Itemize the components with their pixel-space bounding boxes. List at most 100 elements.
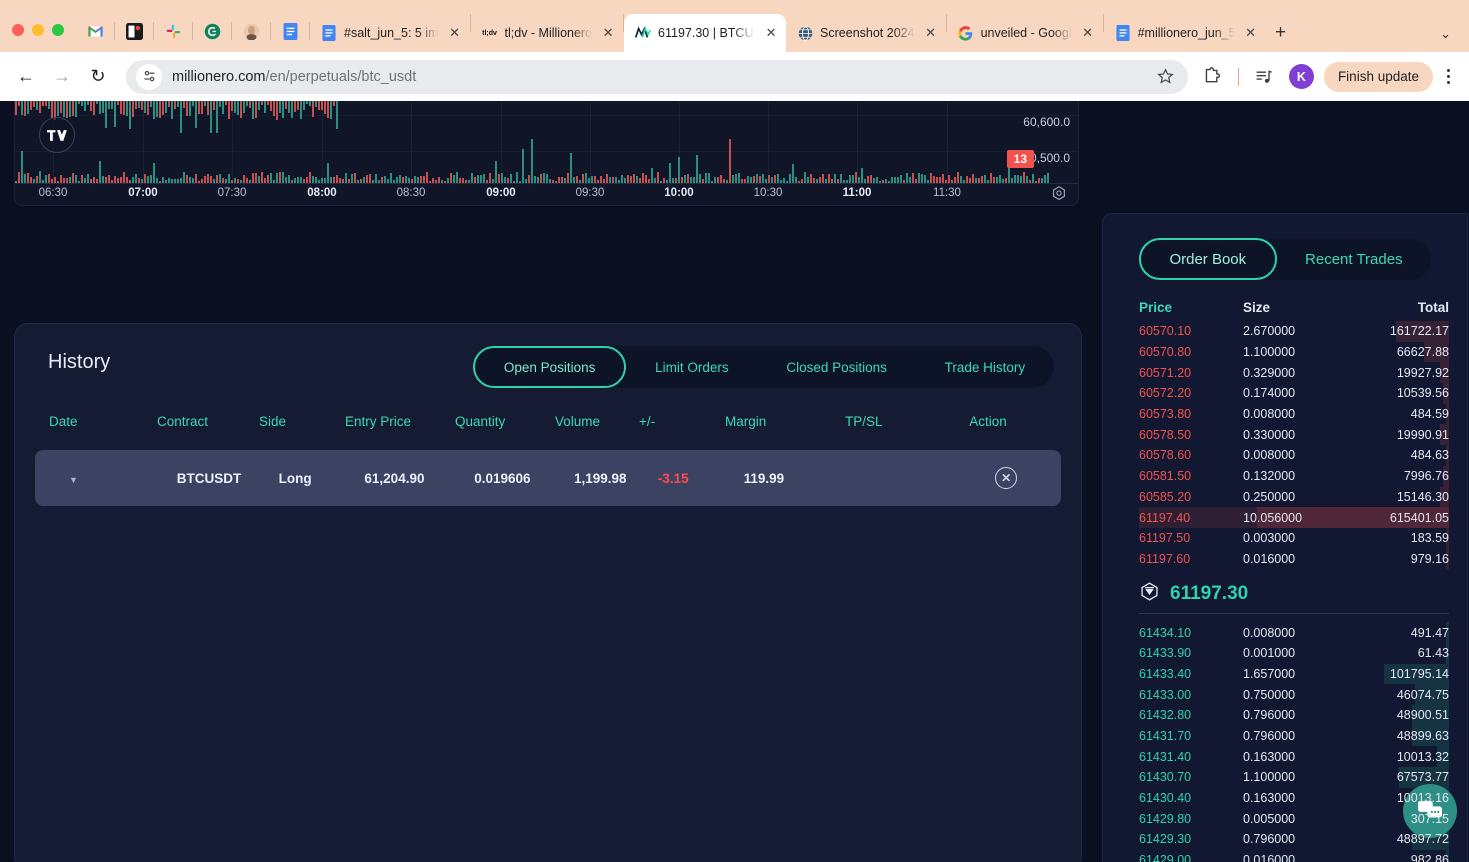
order-book-ask-row[interactable]: 60581.50 0.132000 7996.76 <box>1139 465 1449 487</box>
order-book-bid-row[interactable]: 61431.70 0.796000 48899.63 <box>1139 725 1449 747</box>
reload-button[interactable]: ↻ <box>82 61 114 93</box>
history-tabs: Open Positions Limit Orders Closed Positio… <box>473 346 1054 388</box>
volume-bar <box>450 173 452 183</box>
orderbook-tab-order-book[interactable]: Order Book <box>1139 238 1277 280</box>
close-tab-button[interactable]: ✕ <box>1242 24 1260 42</box>
browser-tab-6[interactable]: #millionero_jun_5 ✕ <box>1104 14 1266 52</box>
order-book-bid-row[interactable]: 61433.90 0.001000 61.43 <box>1139 642 1449 664</box>
order-book-ask-row[interactable]: 60578.60 0.008000 484.63 <box>1139 445 1449 466</box>
time-axis-tick: 08:30 <box>396 187 426 199</box>
column-header-pl: +/- <box>639 413 656 429</box>
order-book-bid-row[interactable]: 61433.00 0.750000 46074.75 <box>1139 684 1449 705</box>
history-tab-open-positions[interactable]: Open Positions <box>473 346 627 388</box>
order-book-total: 307.15 <box>1410 811 1449 826</box>
maximize-window-button[interactable] <box>52 24 64 36</box>
browser-tab-4[interactable]: Screenshot 2024 ✕ <box>786 14 946 52</box>
close-tab-button[interactable]: ✕ <box>1079 24 1097 42</box>
media-playlist-icon[interactable] <box>1249 62 1279 92</box>
history-tab-trade-history[interactable]: Trade History <box>916 346 1054 388</box>
forward-button[interactable]: → <box>46 61 78 93</box>
volume-bar <box>399 175 401 183</box>
extensions-icon[interactable] <box>1198 62 1228 92</box>
history-tab-limit-orders[interactable]: Limit Orders <box>626 346 757 388</box>
address-bar[interactable]: millionero.com/en/perpetuals/btc_usdt <box>126 59 1188 94</box>
pinned-tab-google-docs[interactable] <box>271 14 309 48</box>
volume-bar <box>957 172 959 183</box>
order-book-bid-row[interactable]: 61429.30 0.796000 48897.72 <box>1139 829 1449 850</box>
finish-update-button[interactable]: Finish update <box>1323 61 1433 92</box>
pinned-tab-slack[interactable] <box>154 14 192 48</box>
order-book-total: 615401.05 <box>1389 510 1449 525</box>
new-tab-button[interactable]: + <box>1266 18 1296 48</box>
volume-bar <box>288 175 290 183</box>
candle <box>330 101 332 119</box>
minimize-window-button[interactable] <box>32 24 44 36</box>
volume-bar <box>390 172 392 183</box>
order-book-ask-row[interactable]: 61197.40 10.056000 615401.05 <box>1139 507 1449 528</box>
close-tab-button[interactable]: ✕ <box>762 24 780 42</box>
price-chart[interactable]: 60,600.0 60,500.0 13 06:30 07:00 07:30 08:0… <box>14 101 1079 206</box>
volume-bar <box>99 160 101 183</box>
chart-settings-gear-icon[interactable] <box>1050 185 1068 203</box>
order-book-bid-row[interactable]: 61432.80 0.796000 48900.51 <box>1139 705 1449 726</box>
order-book-ask-row[interactable]: 60570.10 2.670000 161722.17 <box>1139 321 1449 342</box>
browser-tab-2[interactable]: tl;dv tl;dv - Millionero ✕ <box>471 14 624 52</box>
volume-bar <box>1017 175 1019 183</box>
order-book-ask-row[interactable]: 60578.50 0.330000 19990.91 <box>1139 424 1449 446</box>
close-tab-button[interactable]: ✕ <box>922 24 940 42</box>
order-book-bid-row[interactable]: 61431.40 0.163000 10013.32 <box>1139 746 1449 768</box>
bookmark-star-icon[interactable] <box>1152 63 1180 91</box>
order-book-price: 60585.20 <box>1139 489 1192 504</box>
close-position-button[interactable]: ✕ <box>995 467 1018 489</box>
close-window-button[interactable] <box>12 24 24 36</box>
volume-bar <box>1023 172 1025 183</box>
order-book-ask-row[interactable]: 61197.50 0.003000 183.59 <box>1139 527 1449 549</box>
order-book-ask-row[interactable]: 61197.60 0.016000 979.16 <box>1139 548 1449 570</box>
order-book-bid-row[interactable]: 61430.70 1.100000 67573.77 <box>1139 767 1449 788</box>
order-book-ask-row[interactable]: 60570.80 1.100000 66627.88 <box>1139 341 1449 363</box>
candle <box>177 101 179 108</box>
table-row[interactable]: ▼ BTCUSDT Long 61,204.90 0.019606 1,199.98 -3.… <box>35 450 1061 506</box>
browser-menu-button[interactable] <box>1437 69 1459 84</box>
pinned-tab-profile[interactable] <box>232 14 270 48</box>
order-book-bid-row[interactable]: 61433.40 1.657000 101795.14 <box>1139 663 1449 685</box>
back-button[interactable]: ← <box>10 61 42 93</box>
candle <box>162 101 164 115</box>
order-book-bid-row[interactable]: 61429.80 0.005000 307.15 <box>1139 808 1449 830</box>
candle <box>312 101 314 117</box>
volume-bar <box>642 173 644 183</box>
browser-tab-3-active[interactable]: 61197.30 | BTCUS ✕ <box>624 14 787 52</box>
candle <box>258 101 260 110</box>
volume-bar <box>822 174 824 183</box>
tradingview-logo <box>39 117 75 153</box>
order-book-ask-row[interactable]: 60585.20 0.250000 15146.30 <box>1139 486 1449 508</box>
order-book-ask-row[interactable]: 60573.80 0.008000 484.59 <box>1139 403 1449 425</box>
order-book-ask-row[interactable]: 60572.20 0.174000 10539.56 <box>1139 383 1449 404</box>
close-tab-button[interactable]: ✕ <box>599 24 617 42</box>
pinned-tab-gmail[interactable] <box>76 14 114 48</box>
candle <box>42 101 44 107</box>
order-book-bid-row[interactable]: 61429.00 0.016000 982.86 <box>1139 849 1449 862</box>
order-book-ask-row[interactable]: 60571.20 0.329000 19927.92 <box>1139 362 1449 384</box>
candle <box>246 101 248 107</box>
candle <box>99 101 101 114</box>
order-book-panel: Order Book Recent Trades Price Size Total… <box>1102 213 1468 862</box>
volume-bar <box>912 172 914 183</box>
order-book-price: 61429.00 <box>1139 853 1192 862</box>
pinned-tab-notion[interactable] <box>115 14 153 48</box>
candle <box>165 101 167 113</box>
order-book-total: 61.43 <box>1417 646 1449 661</box>
expand-row-chevron-down-icon[interactable]: ▼ <box>69 475 78 485</box>
order-book-bid-row[interactable]: 61434.10 0.008000 491.47 <box>1139 622 1449 643</box>
browser-tab-1[interactable]: #salt_jun_5: 5 im ✕ <box>310 14 470 52</box>
history-tab-closed-positions[interactable]: Closed Positions <box>757 346 915 388</box>
column-header-volume: Volume <box>555 413 601 429</box>
profile-avatar[interactable]: K <box>1288 64 1314 89</box>
site-settings-icon[interactable] <box>136 63 162 90</box>
tab-search-chevron-down-icon[interactable]: ⌄ <box>1432 26 1459 42</box>
cell-entry-price: 61,204.90 <box>364 470 425 486</box>
close-tab-button[interactable]: ✕ <box>446 24 464 42</box>
browser-tab-5[interactable]: unveiled - Googl ✕ <box>947 14 1103 52</box>
orderbook-tab-recent-trades[interactable]: Recent Trades <box>1277 238 1431 280</box>
pinned-tab-grammarly[interactable] <box>193 14 231 48</box>
